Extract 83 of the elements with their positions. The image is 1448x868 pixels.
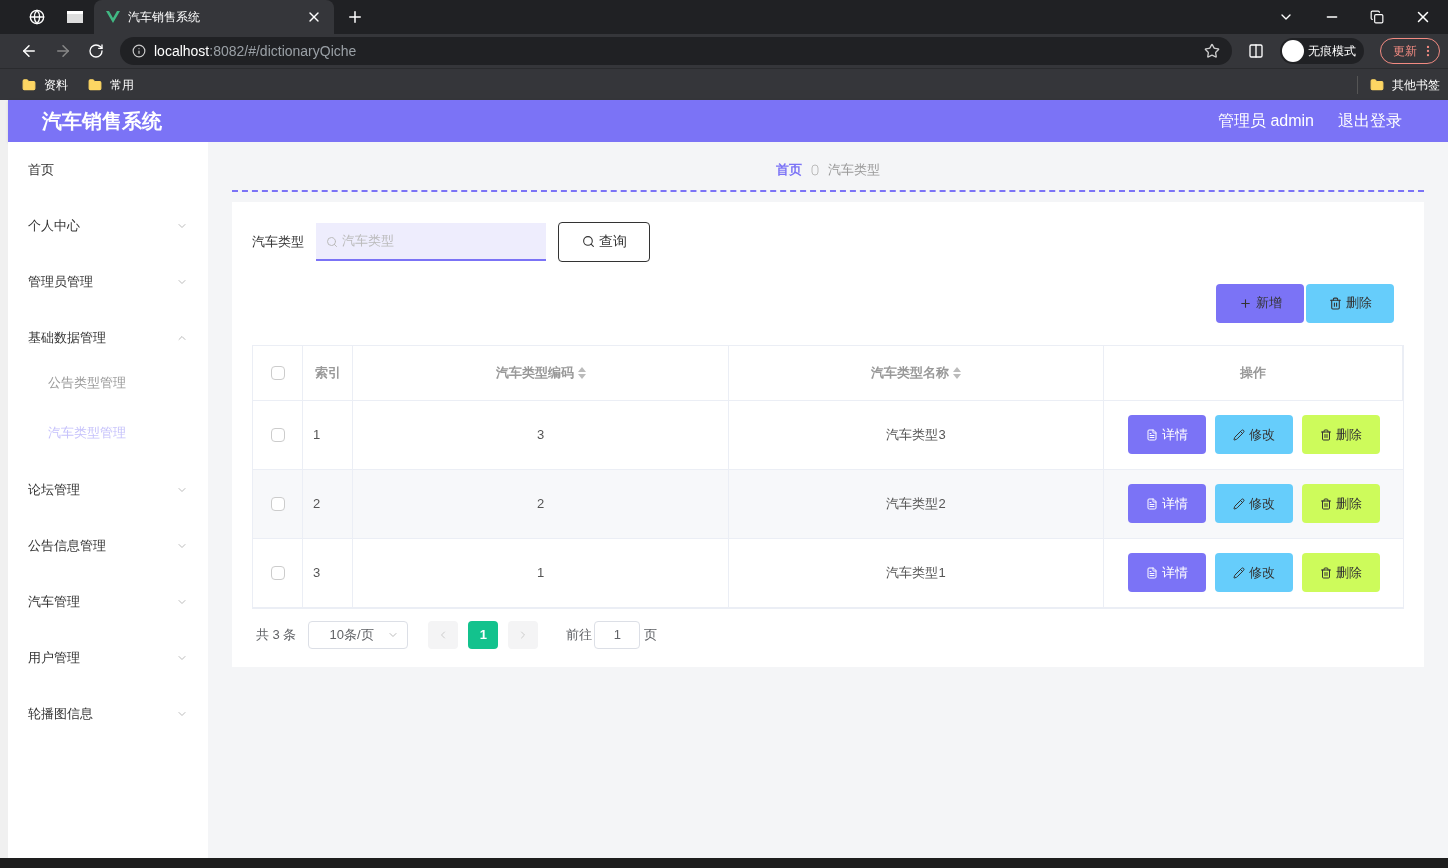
trash-icon <box>1319 566 1332 579</box>
pencil-icon <box>1232 428 1245 441</box>
incognito-icon <box>1282 40 1304 62</box>
sidebar-item[interactable]: 汽车管理 <box>8 588 208 644</box>
table-cell-text: 汽车类型1 <box>886 563 946 582</box>
folder-icon <box>22 77 36 92</box>
tab-title: 汽车销售系统 <box>128 9 201 26</box>
v-logo-icon <box>106 11 120 23</box>
table-cell-text: 2 <box>313 494 321 513</box>
page-unit-label: 页 <box>644 625 658 644</box>
address-bar[interactable]: localhost:8082/#/dictionaryQiche <box>120 37 1232 65</box>
browser-tab[interactable]: 汽车销售系统 <box>94 0 334 34</box>
checkbox[interactable] <box>270 565 285 580</box>
star-icon[interactable] <box>1204 43 1220 59</box>
trash-icon <box>1319 497 1332 510</box>
sidebar-item[interactable]: 个人中心 <box>8 212 208 268</box>
restore-icon[interactable] <box>1370 10 1384 24</box>
document-icon <box>1145 497 1158 510</box>
search-label: 汽车类型 <box>252 232 304 251</box>
trash-icon <box>1328 296 1342 310</box>
info-icon <box>132 44 146 58</box>
table-cell-text: 汽车类型3 <box>886 425 946 444</box>
side-panel-icon[interactable] <box>1248 43 1264 59</box>
sidebar-item[interactable]: 论坛管理 <box>8 476 208 532</box>
table-cell-text: 3 <box>536 425 545 444</box>
sidebar-item[interactable]: 用户管理 <box>8 644 208 700</box>
checkbox[interactable] <box>270 427 285 442</box>
details-button[interactable]: 详情 <box>1127 484 1206 523</box>
table-cell-text: 汽车类型2 <box>886 494 946 513</box>
forward-icon[interactable] <box>54 42 72 60</box>
sidebar-item[interactable]: 公告信息管理 <box>8 532 208 588</box>
delete-button[interactable]: 删除 <box>1301 553 1380 592</box>
breadcrumb-item[interactable]: 首页 <box>776 160 802 180</box>
checkbox[interactable] <box>270 365 285 380</box>
search-field[interactable]: 汽车类型 <box>316 222 546 261</box>
table-cell-text: 1 <box>536 563 545 582</box>
pencil-icon <box>1232 566 1245 579</box>
bookmark[interactable]: 常用 <box>88 75 134 94</box>
column-header: 操作 <box>1240 363 1266 382</box>
details-button[interactable]: 详情 <box>1127 415 1206 454</box>
sidebar-item[interactable]: 管理员管理 <box>8 268 208 324</box>
page-size-select[interactable]: 10条/页 <box>308 620 409 649</box>
sidebar-item[interactable]: 首页 <box>8 156 208 212</box>
folder-icon <box>88 77 102 92</box>
back-icon[interactable] <box>20 42 38 60</box>
document-icon <box>1145 566 1158 579</box>
folder-icon <box>1370 77 1384 92</box>
add-button[interactable]: 新增 <box>1216 283 1304 323</box>
incognito-badge[interactable]: 无痕模式 <box>1280 38 1364 64</box>
trash-icon <box>1319 428 1332 441</box>
edit-button[interactable]: 修改 <box>1214 484 1293 523</box>
edit-button[interactable]: 修改 <box>1214 553 1293 592</box>
search-icon <box>581 235 595 248</box>
search-icon <box>326 235 338 248</box>
reload-icon[interactable] <box>88 43 104 59</box>
breadcrumb-item: 汽车类型 <box>828 161 880 179</box>
total-count: 共 3 条 <box>256 625 297 644</box>
table-cell-text: 1 <box>313 425 321 444</box>
goto-label: 前往 <box>566 625 593 644</box>
table-cell-text: 3 <box>313 563 321 582</box>
globe-icon <box>29 9 45 25</box>
search-button[interactable]: 查询 <box>558 221 650 262</box>
goto-field[interactable]: 1 <box>594 620 641 649</box>
document-icon <box>1145 428 1158 441</box>
new-tab-icon[interactable] <box>346 8 364 26</box>
plus-icon <box>1238 296 1252 310</box>
column-header: 索引 <box>314 363 341 382</box>
window-icon <box>67 11 83 23</box>
checkbox[interactable] <box>270 496 285 511</box>
pencil-icon <box>1232 497 1245 510</box>
delete-button[interactable]: 删除 <box>1301 415 1380 454</box>
table-cell-text: 2 <box>536 494 545 513</box>
delete-button[interactable]: 删除 <box>1301 484 1380 523</box>
app-title: 汽车销售系统 <box>42 109 163 134</box>
bookmark[interactable]: 资料 <box>22 75 68 94</box>
bookmark[interactable]: 其他书签 <box>1357 75 1440 94</box>
user-label: 管理员 admin <box>1217 111 1314 131</box>
logout-link[interactable]: 退出登录 <box>1338 109 1402 133</box>
details-button[interactable]: 详情 <box>1127 553 1206 592</box>
edit-button[interactable]: 修改 <box>1214 415 1293 454</box>
url-text: localhost:8082/#/dictionaryQiche <box>154 41 358 61</box>
delete-button[interactable]: 删除 <box>1306 283 1394 323</box>
sidebar-item[interactable]: 轮播图信息 <box>8 700 208 756</box>
